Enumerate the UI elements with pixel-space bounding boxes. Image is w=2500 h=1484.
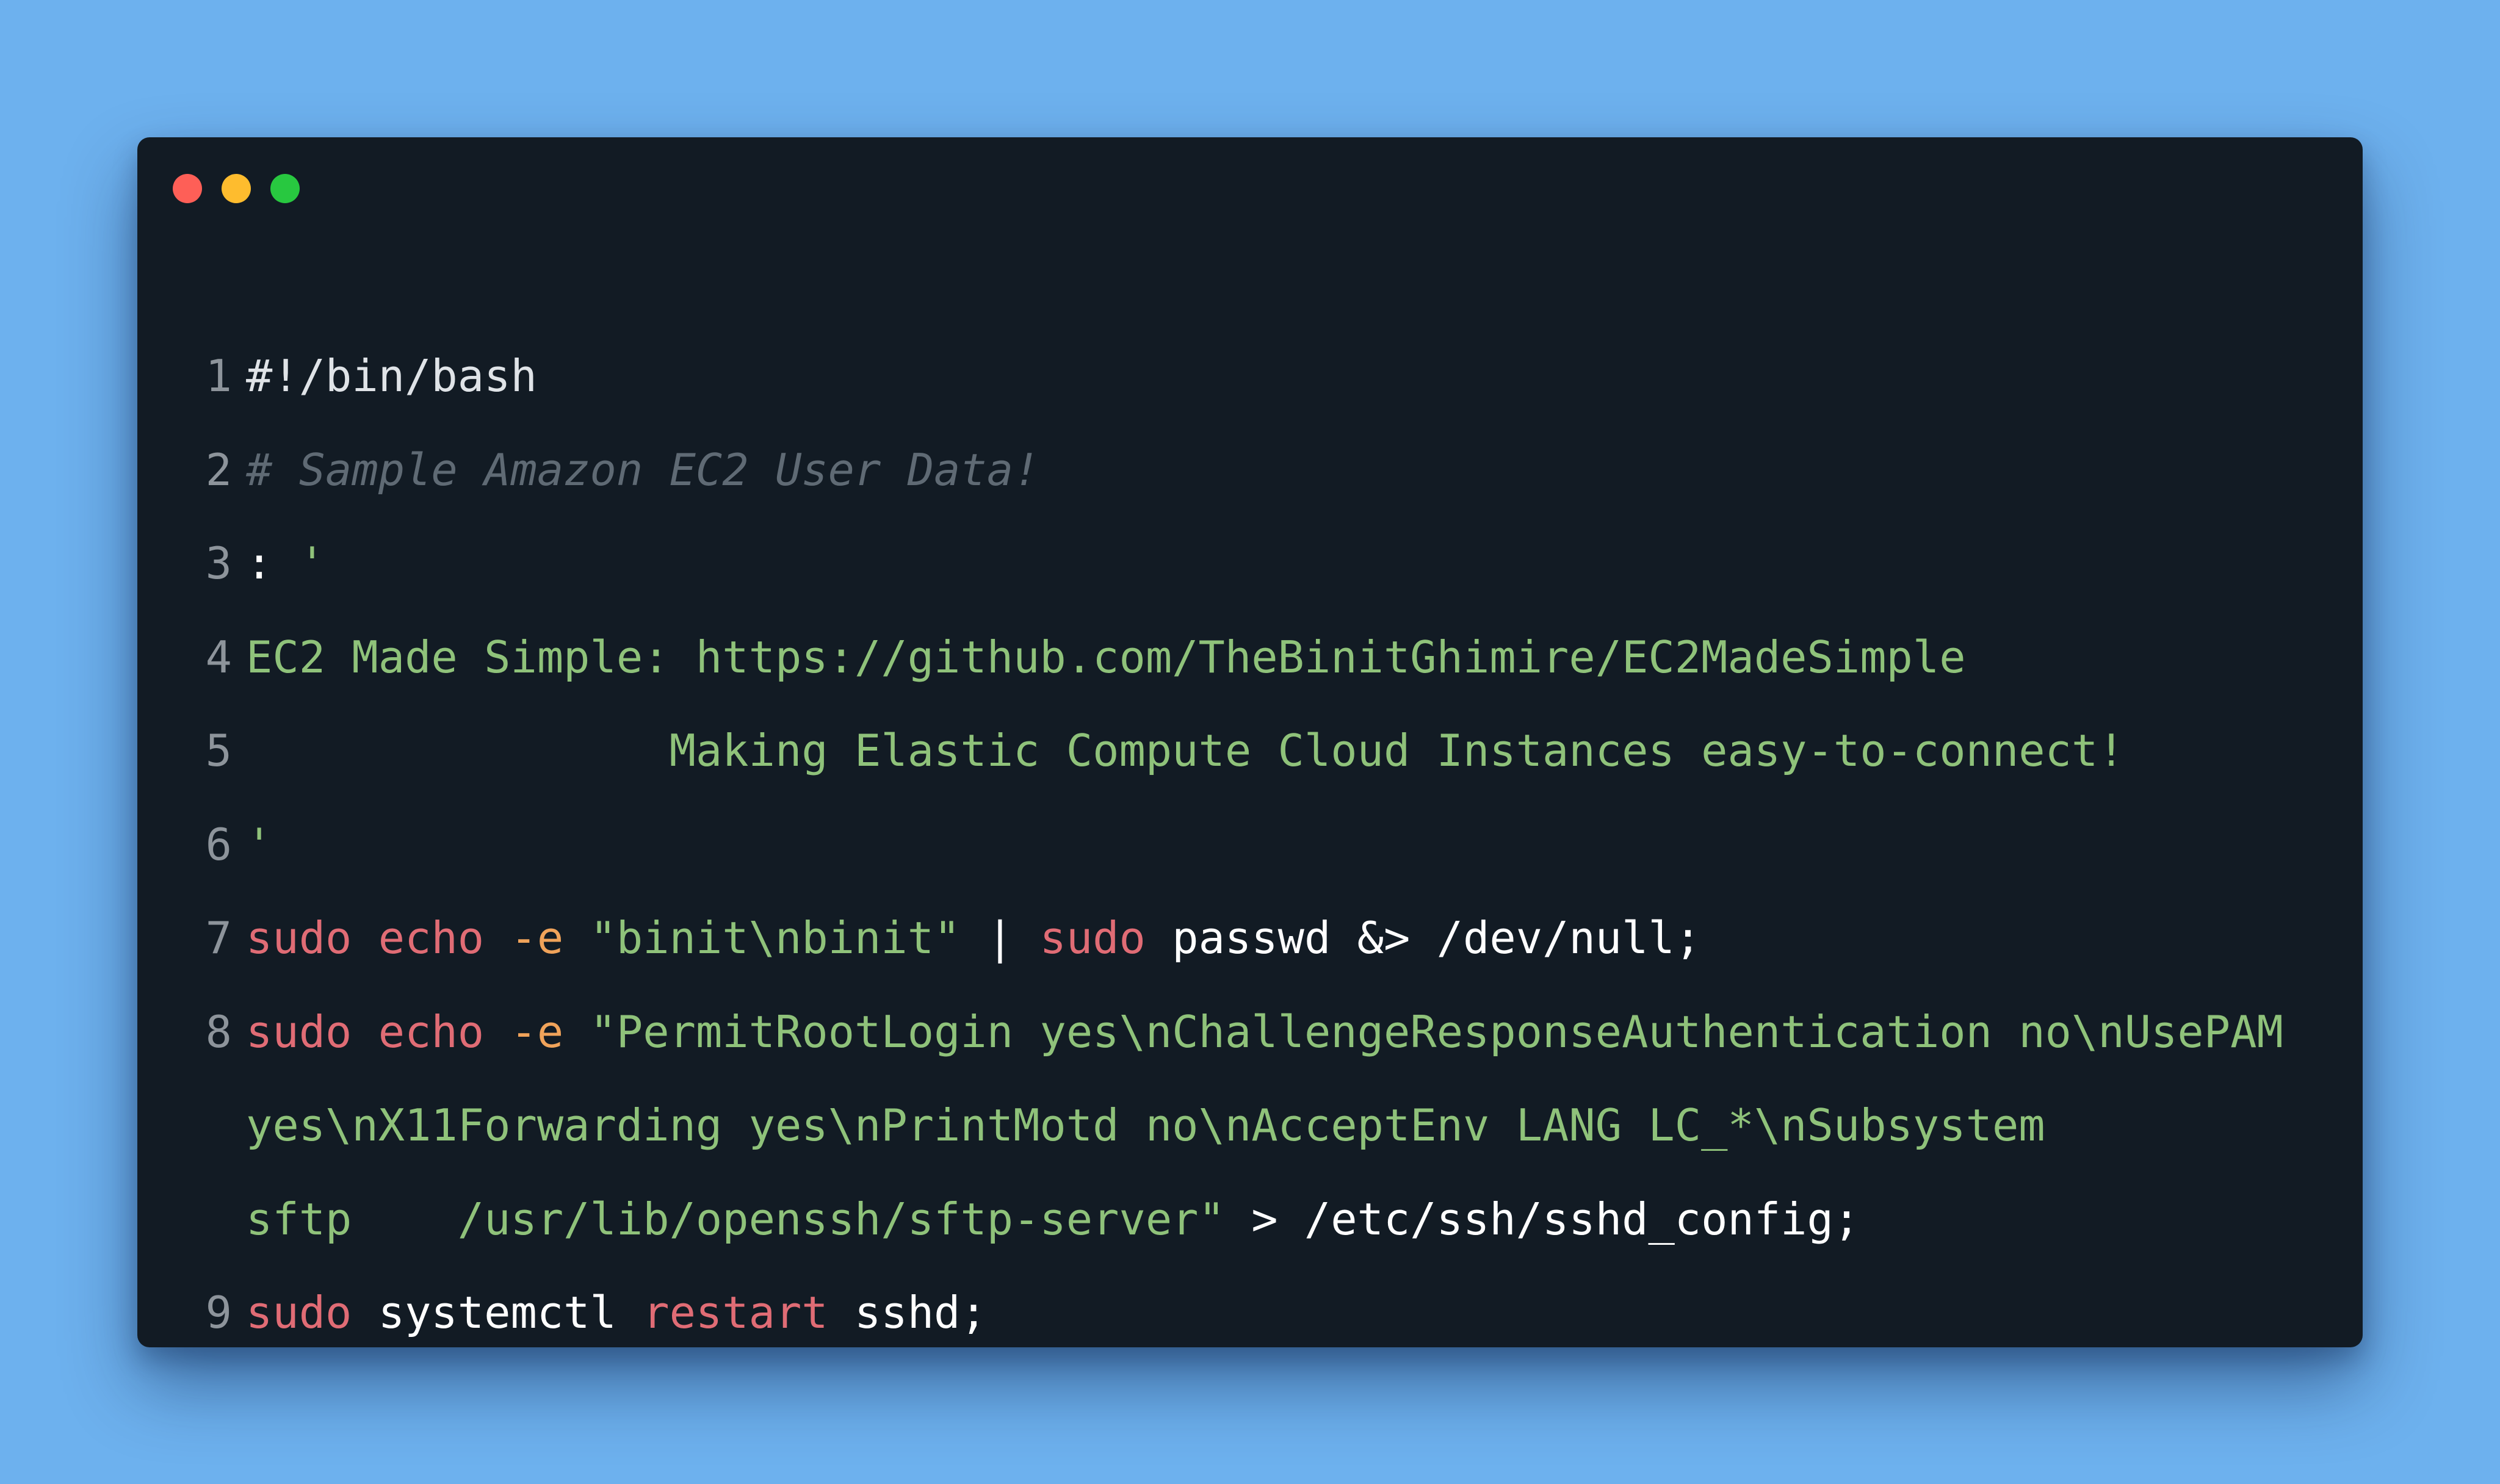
line-number: 7 xyxy=(205,912,232,964)
line-number: 8 xyxy=(205,1006,232,1057)
code-token: "binit\nbinit" xyxy=(590,912,961,964)
code-token: > /etc/ssh/sshd_config; xyxy=(1224,1193,1860,1245)
code-line-content: yes\nX11Forwarding yes\nPrintMotd no\nAc… xyxy=(246,1103,2045,1147)
code-line-content: ' xyxy=(246,823,272,866)
code-token: sftp /usr/lib/openssh/sftp-server" xyxy=(246,1193,1225,1245)
code-line-content: #!/bin/bash xyxy=(246,354,537,398)
code-token: systemctl xyxy=(352,1287,643,1338)
line-number: 4 xyxy=(205,631,232,683)
code-line: 8 sudo echo -e "PermitRootLogin yes\nChal… xyxy=(137,1010,2363,1104)
code-token: ' xyxy=(246,818,273,870)
code-line-content: # Sample Amazon EC2 User Data! xyxy=(246,448,1039,492)
code-line: 5 Making Elastic Compute Cloud Instances… xyxy=(137,729,2363,823)
code-token: sudo xyxy=(246,912,352,964)
code-line: 3: ' xyxy=(137,541,2363,635)
code-line-content: EC2 Made Simple: https://github.com/TheB… xyxy=(246,635,1966,679)
code-line: 9 sudo systemctl restart sshd; xyxy=(137,1291,2363,1347)
code-line: sftp /usr/lib/openssh/sftp-server" > /et… xyxy=(137,1197,2363,1291)
code-token: : xyxy=(246,538,299,589)
line-number: 6 xyxy=(205,818,232,870)
code-token: -e xyxy=(510,1006,564,1057)
code-token: EC2 Made Simple: https://github.com/TheB… xyxy=(246,631,1966,683)
code-token: yes\nX11Forwarding yes\nPrintMotd no\nAc… xyxy=(246,1100,2045,1151)
minimize-button[interactable] xyxy=(222,174,251,203)
code-token: echo xyxy=(378,1006,485,1057)
code-token: sudo xyxy=(246,1287,352,1338)
line-number: 3 xyxy=(205,538,232,589)
code-window: 1 #!/bin/bash 2 # Sample Amazon EC2 User Da… xyxy=(137,137,2363,1347)
code-token: restart xyxy=(643,1287,828,1338)
close-button[interactable] xyxy=(173,174,202,203)
code-token: | xyxy=(960,912,1040,964)
code-token: sudo xyxy=(246,1006,352,1057)
code-token: "PermitRootLogin yes\nChallengeResponseA… xyxy=(590,1006,2283,1057)
code-line: 4 EC2 Made Simple: https://github.com/The… xyxy=(137,635,2363,729)
code-token: #!/bin/bash xyxy=(246,350,537,402)
code-token: -e xyxy=(510,912,564,964)
code-token: # Sample Amazon EC2 User Data! xyxy=(246,444,1040,495)
code-token: ' xyxy=(298,538,326,589)
line-number: 2 xyxy=(205,444,232,495)
code-line-content: : ' xyxy=(246,541,325,585)
code-token: sshd; xyxy=(828,1287,987,1338)
code-line-content: sudo systemctl restart sshd; xyxy=(246,1291,987,1335)
code-editor: 1 #!/bin/bash 2 # Sample Amazon EC2 User Da… xyxy=(137,354,2363,1347)
line-number: 9 xyxy=(205,1287,232,1338)
code-token: passwd &> /dev/null; xyxy=(1145,912,1702,964)
code-line: 2 # Sample Amazon EC2 User Data! xyxy=(137,448,2363,542)
code-token: Making Elastic Compute Cloud Instances e… xyxy=(246,725,2125,776)
code-line-content: sudo echo -e "PermitRootLogin yes\nChall… xyxy=(246,1010,2283,1054)
code-line: 1 #!/bin/bash xyxy=(137,354,2363,448)
line-number: 1 xyxy=(205,350,232,402)
code-line-content: Making Elastic Compute Cloud Instances e… xyxy=(246,729,2125,773)
code-line-content: sftp /usr/lib/openssh/sftp-server" > /et… xyxy=(246,1197,1860,1241)
code-line: yes\nX11Forwarding yes\nPrintMotd no\nAc… xyxy=(137,1103,2363,1197)
window-titlebar xyxy=(137,137,2363,241)
maximize-button[interactable] xyxy=(270,174,300,203)
code-token: sudo xyxy=(1039,912,1146,964)
code-line: 6 ' xyxy=(137,823,2363,917)
line-number: 5 xyxy=(205,725,232,776)
code-line-content: sudo echo -e "binit\nbinit" | sudo passw… xyxy=(246,916,1701,960)
code-token: echo xyxy=(378,912,485,964)
code-line: 7 sudo echo -e "binit\nbinit" | sudo pass… xyxy=(137,916,2363,1010)
